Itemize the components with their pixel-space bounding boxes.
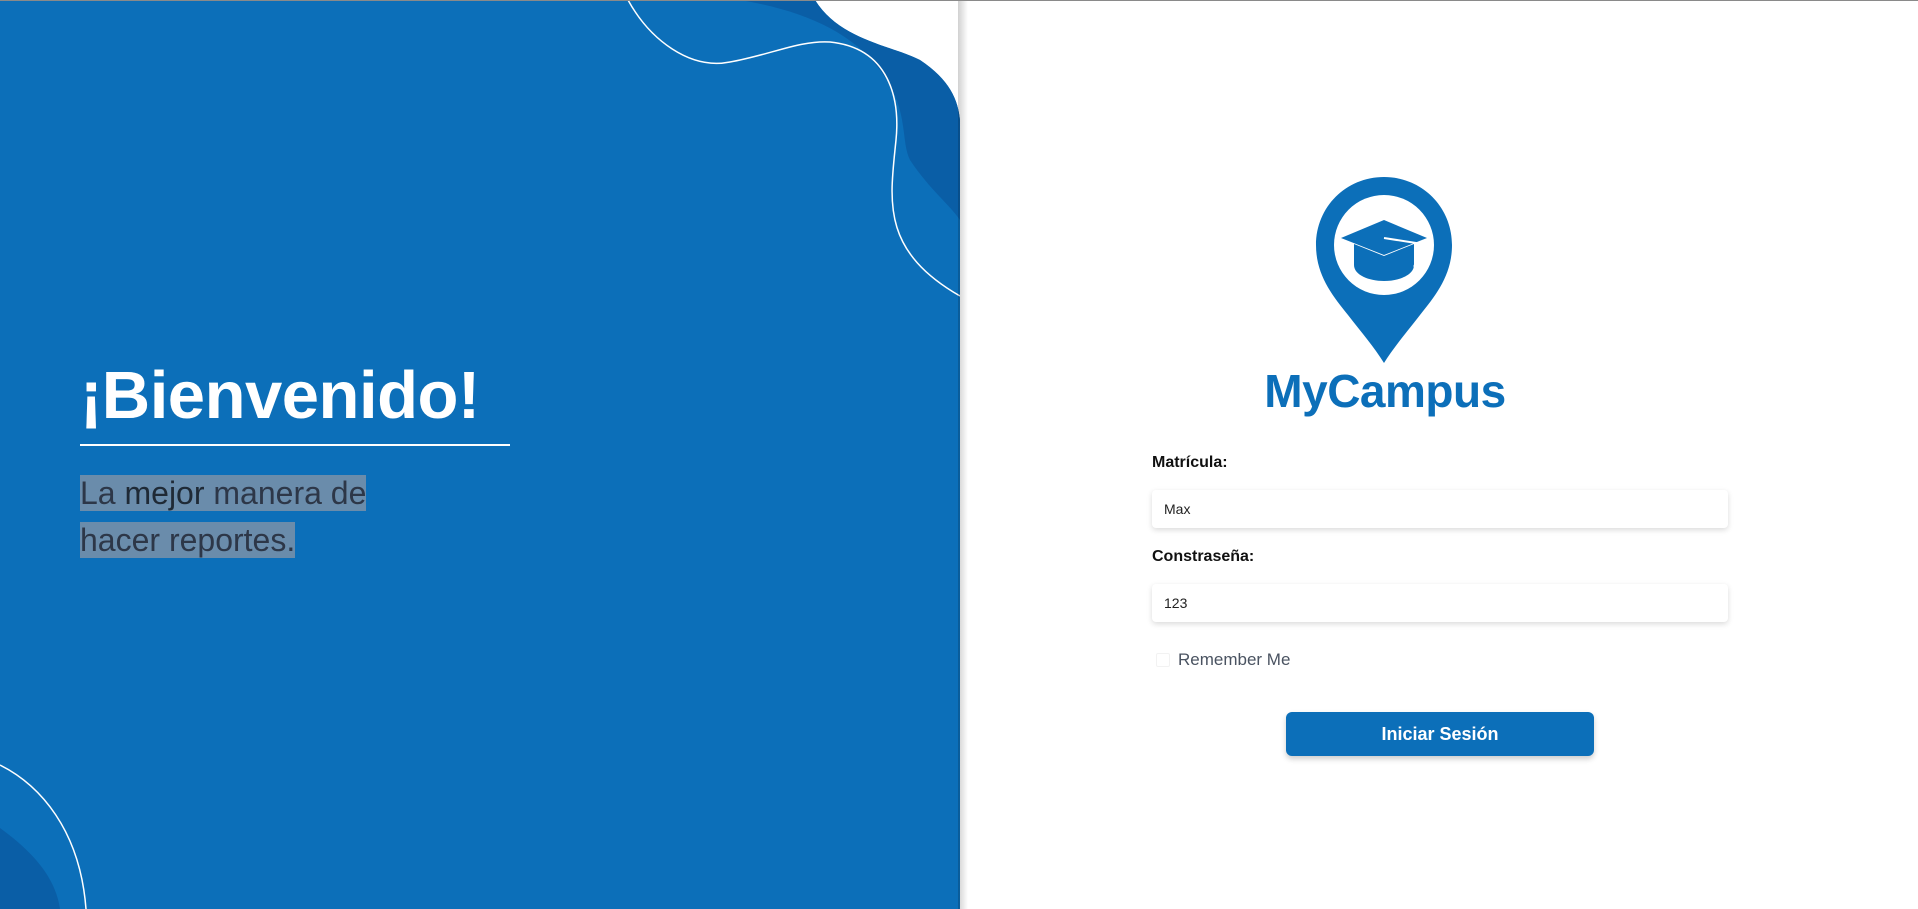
brand-name: MyCampus [1264, 365, 1506, 417]
password-input[interactable] [1152, 584, 1728, 622]
tagline-line-1: La mejor manera de [80, 475, 367, 511]
remember-me-checkbox[interactable] [1156, 653, 1170, 667]
password-label: Constraseña: [1152, 548, 1255, 565]
login-button[interactable]: Iniciar Sesión [1286, 712, 1594, 756]
tagline-part-2: manera de [204, 475, 367, 511]
title-underline [80, 444, 510, 446]
tagline-bold-word: mejor [124, 475, 205, 511]
welcome-title: ¡Bienvenido! [80, 358, 480, 433]
matricula-label: Matrícula: [1152, 454, 1228, 471]
cap-tassel-end [1413, 263, 1419, 269]
panel-divider-shadow [958, 0, 968, 909]
matricula-group: Matrícula: [1152, 454, 1728, 528]
password-group: Constraseña: [1152, 548, 1728, 622]
remember-me-row[interactable]: Remember Me [1152, 648, 1290, 672]
login-form: Matrícula: Constraseña: [1152, 454, 1728, 622]
bottom-left-dark-wave [0, 828, 60, 909]
tagline-part-1: La [80, 475, 125, 511]
tagline-line-2: hacer reportes. [80, 522, 296, 558]
login-panel: MyCampus Matrícula: Constraseña: Remembe… [960, 0, 1918, 909]
welcome-block: ¡Bienvenido! La mejor manera de hacer rep… [80, 356, 510, 564]
tagline: La mejor manera de hacer reportes. [80, 470, 400, 564]
welcome-panel: ¡Bienvenido! La mejor manera de hacer rep… [0, 0, 960, 909]
graduation-cap-location-pin-icon [1316, 177, 1452, 363]
top-border [0, 0, 1918, 1]
remember-me-label[interactable]: Remember Me [1178, 650, 1290, 670]
matricula-input[interactable] [1152, 490, 1728, 528]
